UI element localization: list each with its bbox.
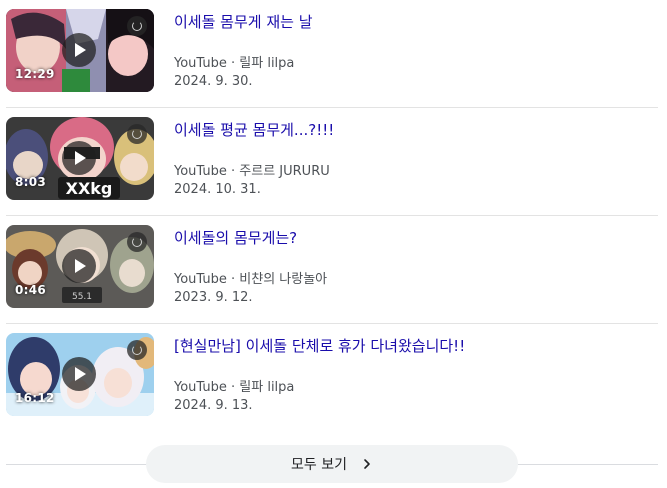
video-meta: YouTube · 주르르 JURURU: [174, 160, 330, 179]
video-thumbnail[interactable]: 55.1 0:46: [6, 225, 154, 308]
video-meta: YouTube · 릴파 lilpa: [174, 52, 294, 71]
play-icon: [62, 249, 96, 283]
video-title-link[interactable]: 이세돌의 몸무게는?: [174, 227, 297, 248]
video-title-link[interactable]: 이세돌 평균 몸무게...?!!!: [174, 119, 334, 140]
video-duration: 16:12: [15, 391, 55, 405]
video-title-link[interactable]: [현실만남] 이세돌 단체로 휴가 다녀왔습니다!!: [174, 335, 465, 356]
video-duration: 8:03: [15, 175, 47, 189]
preview-icon[interactable]: [127, 232, 147, 252]
thumbnail-caption: XXkg: [66, 179, 113, 198]
thumbnail-caption: 55.1: [72, 292, 92, 302]
video-date: 2023. 9. 12.: [174, 290, 253, 305]
video-title-link[interactable]: 이세돌 몸무게 재는 날: [174, 11, 313, 32]
meta-separator: ·: [226, 56, 240, 71]
video-channel: 주르르 JURURU: [239, 164, 330, 179]
video-source: YouTube: [174, 56, 227, 71]
video-channel: 릴파 lilpa: [239, 380, 295, 395]
video-result-item: XXkg 8:03 이세돌 평균 몸무게...?!!! YouTube · 주르…: [6, 108, 658, 216]
video-results-list: 12:29 이세돌 몸무게 재는 날 YouTube · 릴파 lilpa 20…: [6, 0, 658, 432]
video-source: YouTube: [174, 164, 227, 179]
play-icon: [62, 357, 96, 391]
video-source: YouTube: [174, 272, 227, 287]
play-icon: [62, 33, 96, 67]
video-date: 2024. 9. 13.: [174, 398, 253, 413]
meta-separator: ·: [226, 380, 240, 395]
video-meta: YouTube · 릴파 lilpa: [174, 376, 294, 395]
video-source: YouTube: [174, 380, 227, 395]
video-duration: 12:29: [15, 67, 55, 81]
video-thumbnail[interactable]: 16:12: [6, 333, 154, 416]
video-date: 2024. 9. 30.: [174, 74, 253, 89]
video-result-item: 55.1 0:46 이세돌의 몸무게는? YouTube · 비챤의 나랑놀아 …: [6, 216, 658, 324]
preview-icon[interactable]: [127, 16, 147, 36]
preview-icon[interactable]: [127, 124, 147, 144]
show-all-label: 모두 보기: [291, 457, 347, 473]
video-thumbnail[interactable]: XXkg 8:03: [6, 117, 154, 200]
show-all-button[interactable]: 모두 보기: [146, 445, 518, 483]
preview-icon[interactable]: [127, 340, 147, 360]
video-duration: 0:46: [15, 283, 47, 297]
video-channel: 릴파 lilpa: [239, 56, 295, 71]
video-result-item: 12:29 이세돌 몸무게 재는 날 YouTube · 릴파 lilpa 20…: [6, 0, 658, 108]
video-meta: YouTube · 비챤의 나랑놀아: [174, 268, 327, 287]
video-date: 2024. 10. 31.: [174, 182, 261, 197]
play-icon: [62, 141, 96, 175]
chevron-right-icon: [364, 459, 370, 469]
video-result-item: 16:12 [현실만남] 이세돌 단체로 휴가 다녀왔습니다!! YouTube…: [6, 324, 658, 432]
video-channel: 비챤의 나랑놀아: [239, 272, 328, 287]
meta-separator: ·: [226, 164, 240, 179]
video-thumbnail[interactable]: 12:29: [6, 9, 154, 92]
meta-separator: ·: [226, 272, 240, 287]
